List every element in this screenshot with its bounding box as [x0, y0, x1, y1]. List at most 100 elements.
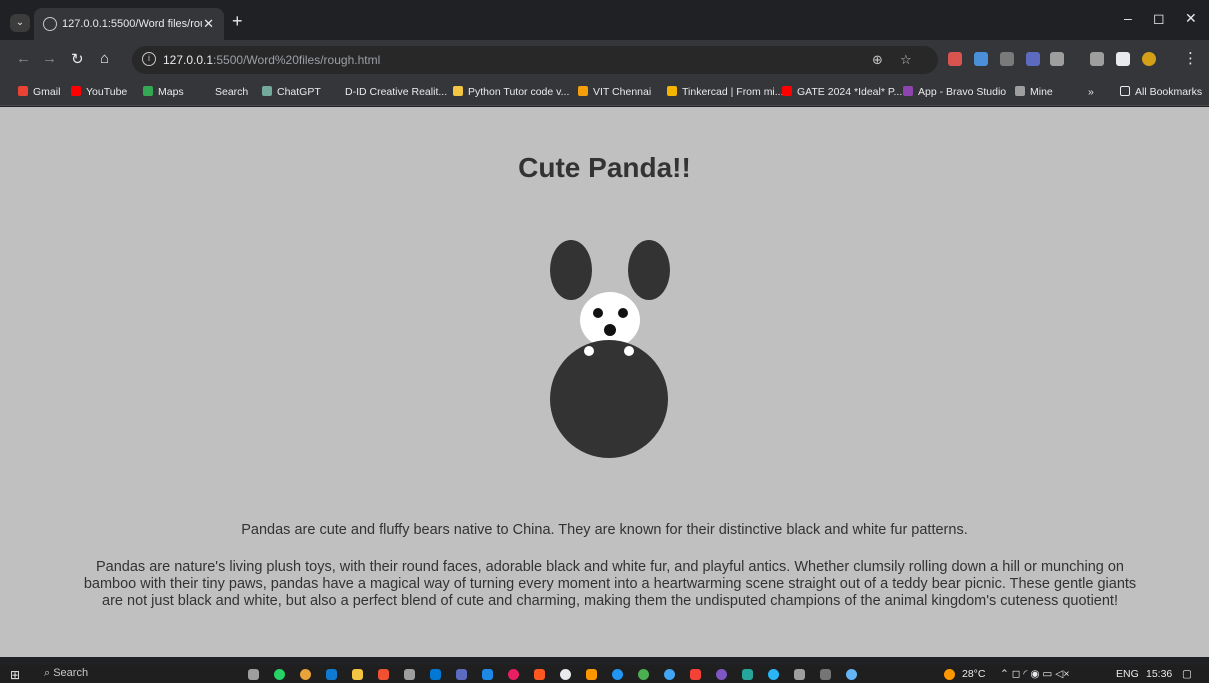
temperature[interactable]: 28°C: [962, 668, 985, 680]
bookmark-gate[interactable]: GATE 2024 *Ideal* P...: [782, 86, 902, 98]
zoom-icon[interactable]: ⊕: [872, 52, 883, 68]
vit-icon: [578, 86, 588, 96]
page-content: Cute Panda!! Pandas are cute and fluffy …: [0, 107, 1209, 657]
clock[interactable]: 15:36: [1146, 668, 1172, 680]
all-bookmarks[interactable]: All Bookmarks: [1120, 86, 1202, 98]
bookmark-bravo-studio[interactable]: App - Bravo Studio: [903, 86, 1006, 98]
extensions-puzzle-icon[interactable]: [1050, 52, 1064, 66]
app-icon[interactable]: [690, 669, 701, 680]
app-icon[interactable]: [612, 669, 623, 680]
file-explorer-icon[interactable]: [352, 669, 363, 680]
bookmark-d-id[interactable]: D-ID Creative Realit...: [330, 86, 447, 98]
tab-bar: ⌄ 127.0.0.1:5500/Word files/rougi ✕ + – …: [0, 0, 1209, 40]
reload-icon[interactable]: ↻: [71, 50, 84, 68]
app-icon[interactable]: [560, 669, 571, 680]
app-icon[interactable]: [794, 669, 805, 680]
minimize-button[interactable]: –: [1124, 10, 1132, 26]
weather-icon[interactable]: [944, 669, 955, 680]
app-icon[interactable]: [638, 669, 649, 680]
panda-illustration: [540, 240, 680, 460]
app-icon[interactable]: [482, 669, 493, 680]
panda-left-eye: [593, 308, 603, 318]
folder-icon: [1120, 86, 1130, 96]
app-icon[interactable]: [664, 669, 675, 680]
tab-active[interactable]: 127.0.0.1:5500/Word files/rougi ✕: [34, 8, 224, 40]
close-window-button[interactable]: ✕: [1185, 10, 1197, 27]
task-view-icon[interactable]: [248, 669, 259, 680]
globe-icon: [43, 17, 57, 31]
youtube-icon: [782, 86, 792, 96]
bookmark-tinkercad[interactable]: Tinkercad | From mi...: [667, 86, 784, 98]
intro-paragraph: Pandas are cute and fluffy bears native …: [241, 522, 968, 538]
tray-icons[interactable]: ⌃ ◻ ◜ ◉ ▭ ◁×: [1000, 668, 1069, 680]
notification-icon[interactable]: ▢: [1182, 668, 1192, 680]
app-icon[interactable]: [820, 669, 831, 680]
bookmark-mine[interactable]: Mine: [1015, 86, 1053, 98]
extension-icon[interactable]: [1000, 52, 1014, 66]
more-menu-icon[interactable]: ⋮: [1183, 49, 1198, 67]
vscode-icon[interactable]: [326, 669, 337, 680]
bookmark-chatgpt[interactable]: ChatGPT: [262, 86, 321, 98]
bookmark-search[interactable]: Search: [200, 86, 248, 98]
app-icon[interactable]: [534, 669, 545, 680]
git-icon[interactable]: [378, 669, 389, 680]
bookmark-maps[interactable]: Maps: [143, 86, 184, 98]
app-icon[interactable]: [586, 669, 597, 680]
reading-list-icon[interactable]: [1090, 52, 1104, 66]
whatsapp-icon[interactable]: [274, 669, 285, 680]
d-id-icon: [330, 86, 340, 96]
page-title: Cute Panda!!: [518, 152, 691, 183]
panda-right-eye: [618, 308, 628, 318]
home-icon[interactable]: ⌂: [100, 50, 109, 67]
chrome-icon[interactable]: [300, 669, 311, 680]
forward-arrow-icon[interactable]: →: [42, 50, 57, 67]
extension-icon[interactable]: [948, 52, 962, 66]
tab-close-button[interactable]: ✕: [203, 16, 214, 32]
windows-start-icon[interactable]: ⊞: [10, 668, 20, 682]
youtube-icon: [71, 86, 81, 96]
language-indicator[interactable]: ENG: [1116, 668, 1139, 680]
maximize-button[interactable]: ◻: [1153, 10, 1165, 27]
extension-icon[interactable]: [1026, 52, 1040, 66]
taskbar-search[interactable]: ⌕ Search: [44, 667, 88, 680]
teams-icon[interactable]: [456, 669, 467, 680]
extension-icon[interactable]: [974, 52, 988, 66]
bookmark-python-tutor[interactable]: Python Tutor code v...: [453, 86, 569, 98]
bookmark-star-icon[interactable]: ☆: [900, 52, 912, 68]
tab-search-button[interactable]: ⌄: [10, 14, 30, 32]
tab-title: 127.0.0.1:5500/Word files/rougi: [62, 18, 202, 30]
panda-body: [550, 340, 668, 458]
bookmark-youtube[interactable]: YouTube: [71, 86, 127, 98]
back-arrow-icon[interactable]: ←: [16, 50, 31, 67]
panda-left-ear: [550, 240, 592, 300]
panda-left-paw: [584, 346, 594, 356]
app-icon[interactable]: [742, 669, 753, 680]
url-text[interactable]: 127.0.0.1:5500/Word%20files/rough.html: [163, 53, 380, 67]
bookmark-gmail[interactable]: Gmail: [18, 86, 60, 98]
search-bookmark-icon: [200, 86, 210, 96]
description-paragraph: Pandas are nature's living plush toys, w…: [83, 559, 1137, 609]
chatgpt-icon: [262, 86, 272, 96]
site-info-icon[interactable]: i: [142, 52, 156, 66]
app-icon[interactable]: [404, 669, 415, 680]
browser-toolbar: ← → ↻ ⌂ i 127.0.0.1:5500/Word%20files/ro…: [0, 40, 1209, 80]
python-icon: [453, 86, 463, 96]
app-icon[interactable]: [430, 669, 441, 680]
side-panel-icon[interactable]: [1116, 52, 1130, 66]
panda-right-ear: [628, 240, 670, 300]
app-icon[interactable]: [716, 669, 727, 680]
new-tab-button[interactable]: +: [232, 12, 243, 30]
maps-icon: [143, 86, 153, 96]
profile-avatar[interactable]: [1142, 52, 1156, 66]
gmail-icon: [18, 86, 28, 96]
panda-right-paw: [624, 346, 634, 356]
mine-icon: [1015, 86, 1025, 96]
bookmarks-overflow[interactable]: »: [1088, 86, 1094, 98]
panda-nose: [604, 324, 616, 336]
app-icon[interactable]: [508, 669, 519, 680]
address-bar[interactable]: i 127.0.0.1:5500/Word%20files/rough.html…: [132, 46, 938, 74]
bookmarks-bar: Gmail YouTube Maps Search ChatGPT D-ID C…: [0, 80, 1209, 106]
app-icon[interactable]: [768, 669, 779, 680]
bookmark-vit-chennai[interactable]: VIT Chennai: [578, 86, 651, 98]
app-icon[interactable]: [846, 669, 857, 680]
